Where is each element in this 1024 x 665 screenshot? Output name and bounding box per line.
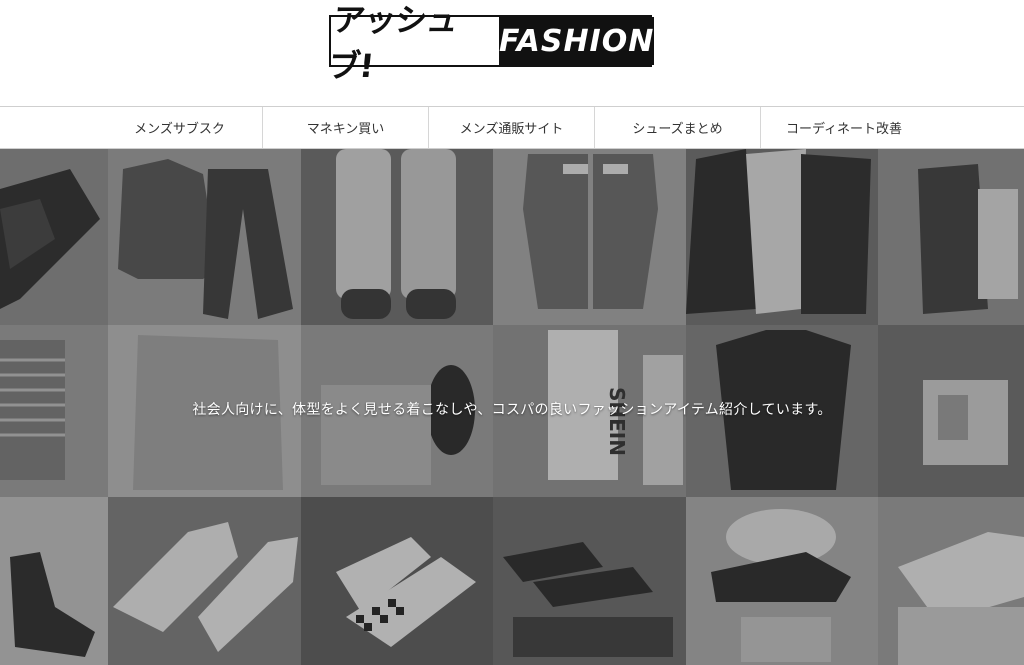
global-nav: メンズサブスク マネキン買い メンズ通販サイト シューズまとめ コーディネート改… <box>0 106 1024 149</box>
nav-item-mens-online-shops[interactable]: メンズ通販サイト <box>429 107 595 148</box>
nav-item-mens-subscription[interactable]: メンズサブスク <box>97 107 263 148</box>
nav-item-shoes-summary[interactable]: シューズまとめ <box>595 107 761 148</box>
hero-photo-collage: SHEIN 社会人向けに、体型をよく見せる着こなしや、コスパの良いファッションア… <box>0 149 1024 665</box>
logo-japanese-text: アッシュブ! <box>326 1 460 85</box>
hero-tagline: 社会人向けに、体型をよく見せる着こなしや、コスパの良いファッションアイテム紹介し… <box>192 402 832 418</box>
nav-item-mannequin-buy[interactable]: マネキン買い <box>263 107 429 148</box>
logo-english-text: FASHION <box>499 17 655 65</box>
site-logo[interactable]: アッシュブ! FASHION <box>326 1 655 85</box>
site-header: アッシュブ! FASHION <box>0 0 1024 106</box>
nav-item-coordinate-improvement[interactable]: コーディネート改善 <box>761 107 927 148</box>
